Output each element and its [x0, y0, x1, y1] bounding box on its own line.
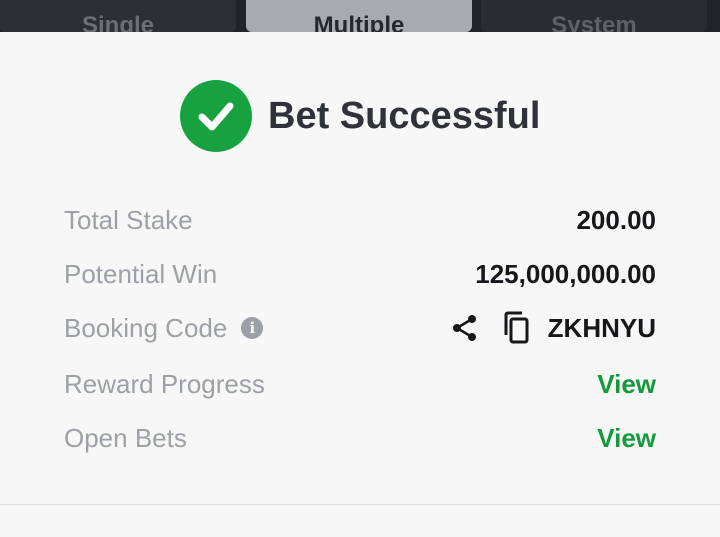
potential-win-row: Potential Win 125,000,000.00	[64, 254, 656, 294]
tab-single[interactable]: Single	[0, 0, 236, 32]
tab-system[interactable]: System	[481, 0, 707, 32]
booking-code-actions: ZKHNYU	[450, 311, 656, 345]
open-bets-label: Open Bets	[64, 422, 187, 453]
reward-progress-label: Reward Progress	[64, 368, 265, 399]
tab-multiple[interactable]: Multiple	[246, 0, 472, 32]
booking-code-row: Booking Code i ZKHNYU	[64, 308, 656, 348]
open-bets-row: Open Bets View	[64, 418, 656, 458]
copy-icon[interactable]	[500, 311, 530, 345]
booking-code-value: ZKHNYU	[547, 312, 656, 343]
total-stake-label: Total Stake	[64, 204, 193, 235]
open-bets-view-link[interactable]: View	[597, 423, 656, 454]
page-title: Bet Successful	[268, 94, 541, 137]
info-icon[interactable]: i	[241, 317, 264, 339]
reward-progress-row: Reward Progress View	[64, 364, 656, 404]
check-circle-icon	[180, 80, 252, 152]
tab-system-label: System	[551, 12, 637, 33]
bottom-area	[0, 505, 720, 537]
tab-multiple-label: Multiple	[313, 12, 405, 33]
share-icon[interactable]	[450, 313, 480, 343]
bet-type-tabs: Single Multiple System	[0, 0, 720, 32]
tab-single-label: Single	[81, 12, 154, 33]
potential-win-label: Potential Win	[64, 258, 218, 289]
success-header: Bet Successful	[180, 80, 540, 152]
total-stake-value: 200.00	[576, 204, 656, 235]
booking-code-label-group: Booking Code i	[64, 312, 264, 344]
booking-code-label: Booking Code	[64, 312, 228, 343]
potential-win-value: 125,000,000.00	[475, 258, 656, 289]
total-stake-row: Total Stake 200.00	[64, 200, 656, 240]
reward-progress-view-link[interactable]: View	[597, 369, 656, 400]
